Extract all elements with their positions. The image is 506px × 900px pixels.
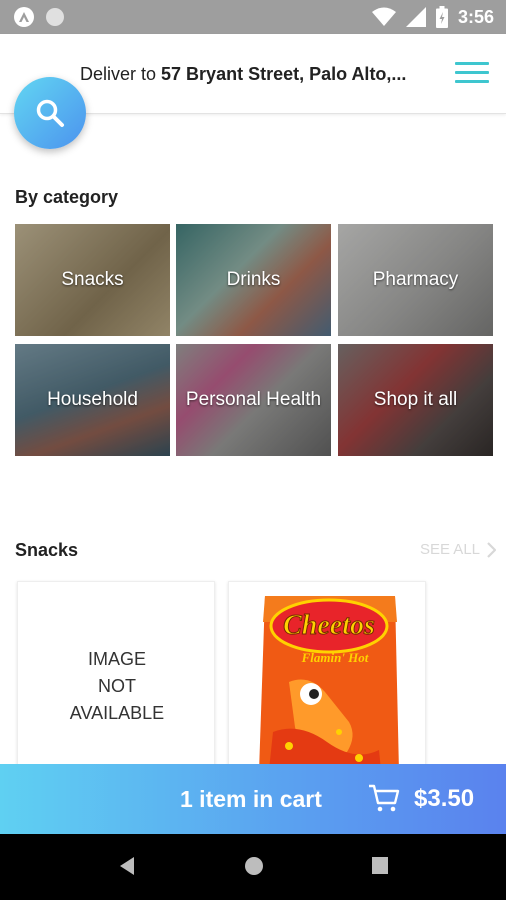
- status-time: 3:56: [457, 6, 494, 27]
- search-button[interactable]: [14, 77, 86, 149]
- search-icon: [36, 99, 64, 127]
- back-icon[interactable]: [118, 856, 136, 876]
- category-tile-shop-it-all[interactable]: Shop it all: [338, 344, 493, 456]
- app-screen: 3:56 Deliver to 57 Bryant Street, Palo A…: [0, 0, 506, 900]
- address-text: 57 Bryant Street, Palo Alto,...: [161, 64, 407, 84]
- image-not-available: IMAGE NOT AVAILABLE: [69, 649, 165, 723]
- category-title: By category: [15, 187, 119, 207]
- status-bar: 3:56: [0, 0, 506, 34]
- system-nav-bar: [0, 834, 506, 900]
- tile-label: Personal Health: [185, 389, 322, 410]
- product-sub-text: Flamin' Hot: [301, 650, 369, 665]
- menu-button[interactable]: [455, 62, 489, 86]
- battery-icon: [435, 6, 448, 28]
- home-icon[interactable]: [244, 856, 264, 876]
- tile-label: Snacks: [61, 269, 124, 290]
- product-image-cheetos: Cheetos Flamin' Hot: [259, 596, 399, 772]
- chevron-right-icon: [487, 541, 496, 558]
- product-card-2[interactable]: Cheetos Flamin' Hot: [228, 581, 426, 781]
- product-brand-text: Cheetos: [283, 610, 375, 641]
- deliver-prefix: Deliver to: [80, 64, 162, 84]
- app-a-icon: [14, 7, 34, 27]
- cart-total-price: $3.50: [414, 785, 475, 812]
- cart-icon: [369, 784, 400, 812]
- category-grid: Snacks Drinks Pharmacy Household Persona…: [15, 224, 493, 456]
- hamburger-line: [455, 62, 489, 65]
- see-all-label: SEE ALL: [419, 541, 480, 558]
- category-tile-snacks[interactable]: Snacks: [15, 224, 170, 336]
- category-tile-household[interactable]: Household: [15, 344, 170, 456]
- category-tile-pharmacy[interactable]: Pharmacy: [338, 224, 493, 336]
- recents-icon[interactable]: [371, 856, 389, 876]
- category-tile-personal-health[interactable]: Personal Health: [176, 344, 331, 456]
- dot-icon: [46, 8, 64, 26]
- cart-bar[interactable]: 1 item in cart $3.50: [0, 764, 506, 834]
- wifi-icon: [371, 7, 396, 26]
- tile-label: Household: [47, 389, 138, 410]
- snacks-title: Snacks: [15, 540, 79, 560]
- tile-label: Pharmacy: [372, 269, 459, 290]
- cart-count-text: 1 item in cart: [180, 786, 322, 812]
- tile-label: Drinks: [226, 269, 281, 290]
- signal-icon: [405, 7, 426, 27]
- category-tile-drinks[interactable]: Drinks: [176, 224, 331, 336]
- tile-label: Shop it all: [373, 389, 458, 410]
- see-all-link[interactable]: SEE ALL: [420, 541, 496, 558]
- hamburger-line: [455, 80, 489, 83]
- product-card-1[interactable]: IMAGE NOT AVAILABLE: [17, 581, 215, 781]
- hamburger-line: [455, 71, 489, 74]
- delivery-address[interactable]: Deliver to 57 Bryant Street, Palo Alto,.…: [80, 64, 406, 85]
